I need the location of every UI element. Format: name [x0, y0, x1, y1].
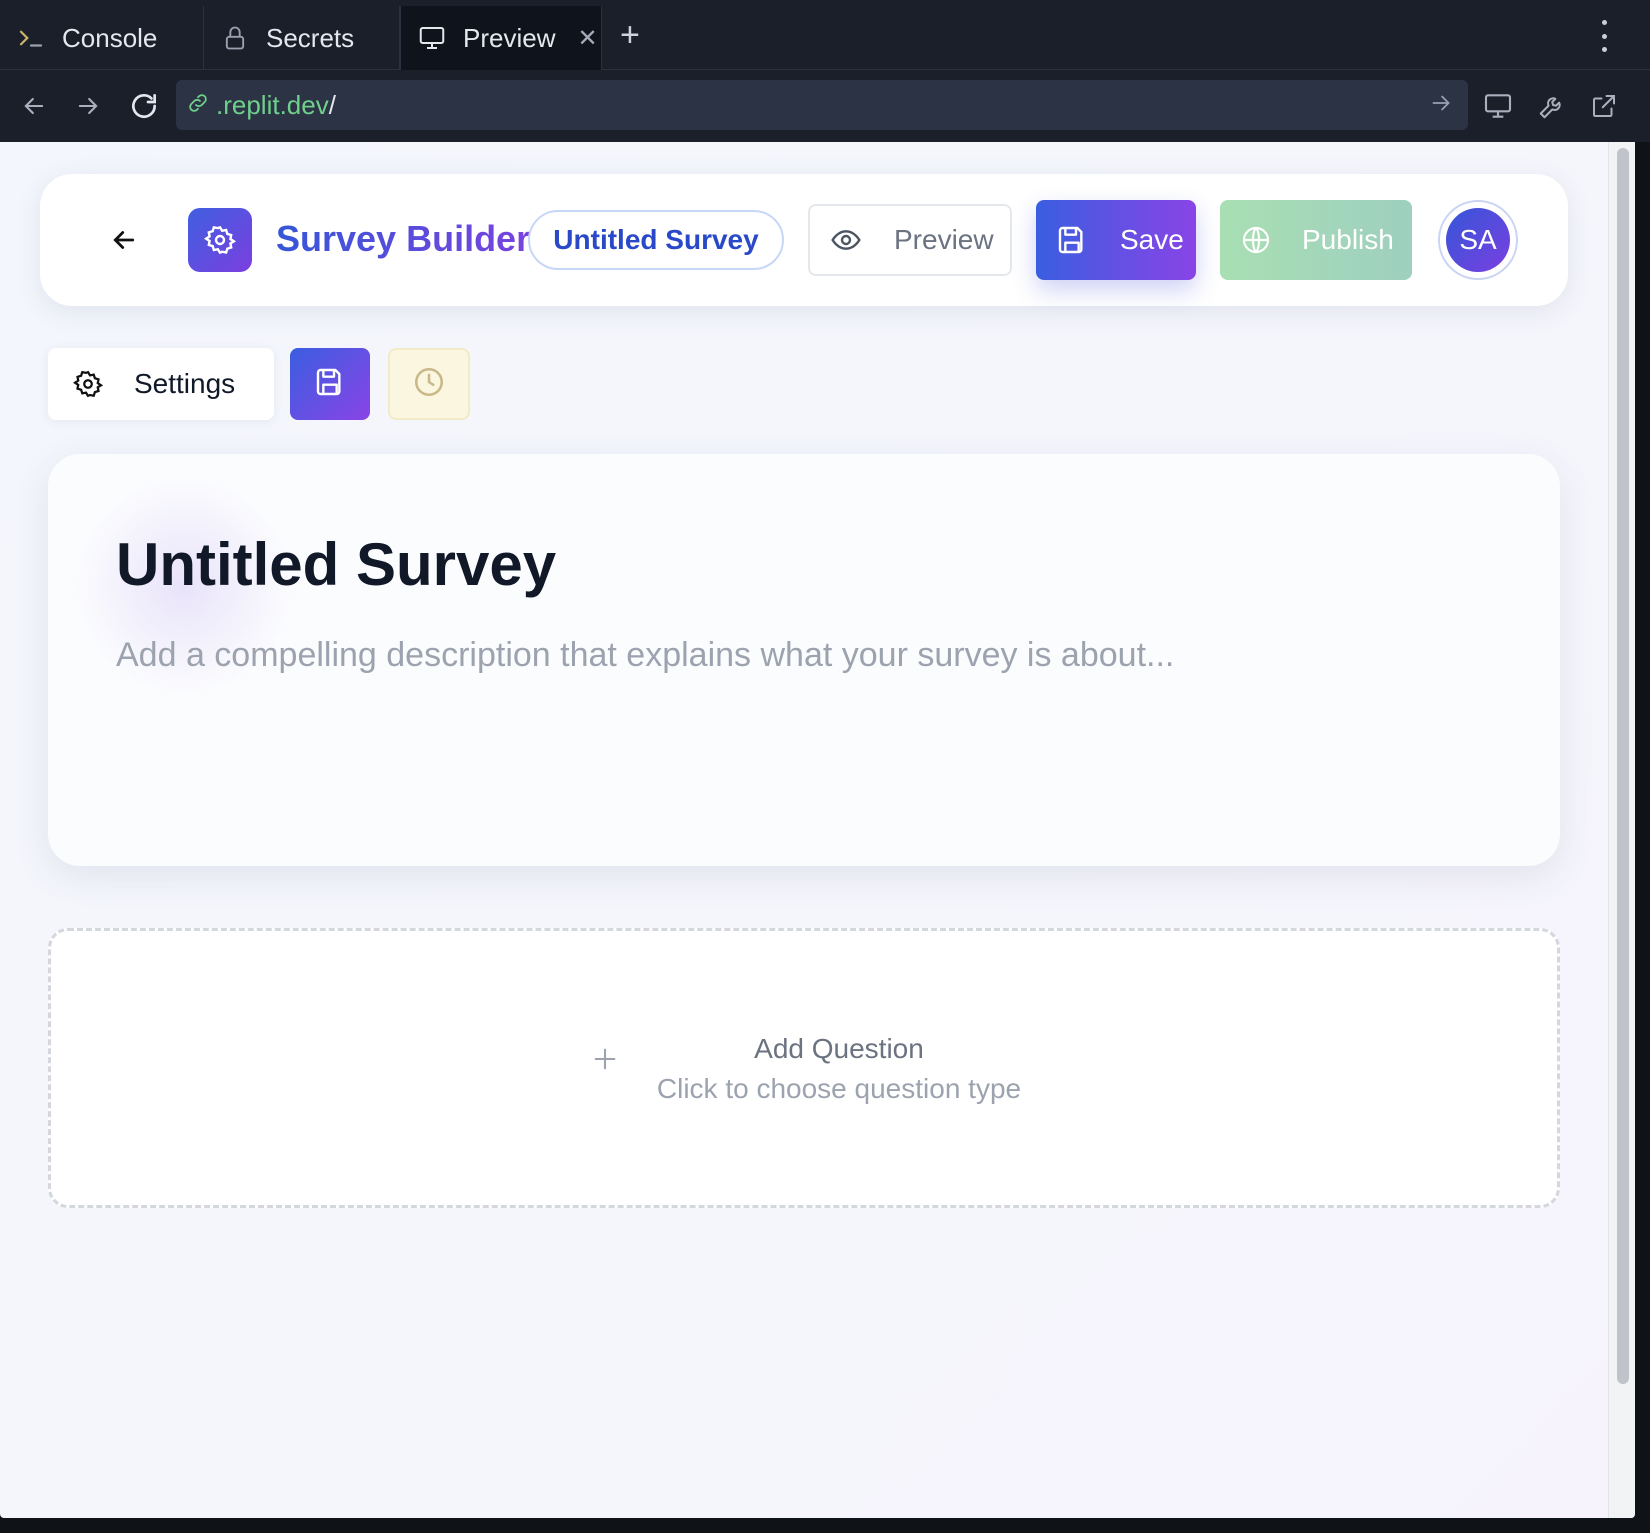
terminal-icon — [14, 21, 48, 55]
browser-nav-bar: .replit.dev/ — [0, 70, 1650, 142]
survey-name-pill[interactable]: Untitled Survey — [528, 210, 784, 270]
tab-console[interactable]: Console — [14, 6, 204, 70]
scrollbar-thumb[interactable] — [1617, 148, 1629, 1384]
tab-secrets[interactable]: Secrets — [204, 6, 400, 70]
go-arrow-icon[interactable] — [1428, 90, 1454, 121]
save-floppy-icon — [314, 366, 346, 403]
close-icon[interactable]: ✕ — [577, 24, 597, 53]
app-brand-title: Survey Builder — [276, 218, 531, 259]
preview-button-label: Preview — [894, 224, 994, 255]
gear-icon — [188, 208, 252, 272]
back-arrow-icon[interactable] — [100, 216, 148, 264]
forward-arrow-icon[interactable] — [68, 86, 108, 126]
save-button-label: Save — [1120, 224, 1184, 255]
preview-viewport: Survey Builder Untitled Survey Preview S… — [0, 142, 1635, 1518]
open-external-icon[interactable] — [1582, 84, 1626, 128]
link-icon — [186, 91, 210, 120]
save-floppy-icon — [1052, 220, 1092, 260]
tab-label: Console — [62, 22, 158, 53]
user-avatar[interactable]: SA — [1438, 200, 1518, 280]
survey-title-input[interactable]: Untitled Survey — [116, 530, 556, 599]
monitor-icon — [415, 21, 449, 55]
quick-save-button[interactable] — [290, 348, 370, 420]
settings-button[interactable]: Settings — [48, 348, 274, 420]
avatar-initials: SA — [1446, 208, 1510, 272]
add-question-subtitle: Click to choose question type — [656, 1073, 1022, 1104]
reload-icon[interactable] — [124, 86, 164, 126]
save-button[interactable]: Save — [1036, 200, 1196, 280]
more-options-icon[interactable] — [1598, 20, 1610, 52]
eye-icon — [826, 220, 866, 260]
back-arrow-icon[interactable] — [14, 86, 54, 126]
add-question-button[interactable]: Add Question Click to choose question ty… — [48, 928, 1560, 1208]
url-host: .replit.dev — [216, 89, 329, 120]
settings-button-label: Settings — [134, 368, 236, 399]
preview-button[interactable]: Preview — [808, 204, 1012, 276]
url-bar[interactable]: .replit.dev/ — [176, 80, 1468, 130]
publish-button[interactable]: Publish — [1220, 200, 1412, 280]
history-button[interactable] — [388, 348, 470, 420]
browser-tab-bar: Console Secrets Preview ✕ + — [0, 0, 1650, 70]
add-question-title: Add Question — [754, 1033, 924, 1064]
publish-button-label: Publish — [1302, 224, 1394, 255]
clock-icon — [412, 365, 446, 404]
survey-description-input[interactable]: Add a compelling description that explai… — [116, 636, 1174, 675]
scrollbar[interactable] — [1608, 142, 1635, 1518]
url-path: / — [328, 89, 336, 120]
lock-icon — [218, 21, 252, 55]
device-monitor-icon[interactable] — [1476, 84, 1520, 128]
tab-label: Preview — [463, 22, 556, 53]
tab-label: Secrets — [266, 22, 355, 53]
app-header: Survey Builder Untitled Survey Preview S… — [40, 174, 1568, 306]
globe-icon — [1236, 220, 1276, 260]
new-tab-plus-icon[interactable]: + — [620, 18, 640, 52]
survey-header-card: Untitled Survey Add a compelling descrip… — [48, 454, 1560, 866]
tab-preview[interactable]: Preview ✕ — [400, 6, 602, 70]
wrench-icon[interactable] — [1530, 84, 1574, 128]
gear-icon — [70, 366, 106, 402]
